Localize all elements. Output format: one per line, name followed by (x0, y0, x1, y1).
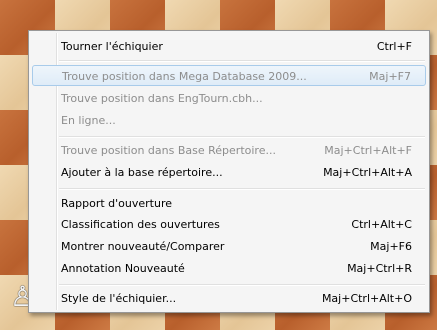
menu-item-label: En ligne... (61, 114, 116, 127)
menu-item-label: Style de l'échiquier... (61, 292, 177, 305)
menu-item-shortcut: Ctrl+Alt+C (351, 218, 412, 231)
menu-separator (59, 188, 425, 190)
menu-item-label: Trouve position dans Base Répertoire... (61, 144, 276, 157)
menu-item-show-novelty[interactable]: Montrer nouveauté/Comparer Maj+F6 (32, 236, 426, 257)
menu-item-board-style[interactable]: Style de l'échiquier... Maj+Ctrl+Alt+O (32, 288, 426, 309)
menu-item-opening-report[interactable]: Rapport d'ouverture (32, 193, 426, 214)
menu-item-label: Trouve position dans EngTourn.cbh... (61, 92, 263, 105)
menu-item-find-in-mega-database[interactable]: Trouve position dans Mega Database 2009.… (32, 65, 426, 86)
menu-item-shortcut: Maj+F6 (370, 240, 412, 253)
menu-item-label: Classification des ouvertures (61, 218, 220, 231)
menu-item-label: Rapport d'ouverture (61, 197, 173, 210)
menu-item-find-in-repertoire[interactable]: Trouve position dans Base Répertoire... … (32, 140, 426, 161)
menu-item-shortcut: Maj+Ctrl+Alt+F (324, 144, 412, 157)
menu-item-shortcut: Maj+F7 (369, 70, 411, 83)
menu-item-shortcut: Maj+Ctrl+R (347, 262, 412, 275)
menu-item-label: Montrer nouveauté/Comparer (61, 240, 225, 253)
menu-item-label: Tourner l'échiquier (61, 40, 163, 53)
menu-separator (59, 60, 425, 62)
menu-separator (59, 284, 425, 286)
menu-item-novelty-annotation[interactable]: Annotation Nouveauté Maj+Ctrl+R (32, 258, 426, 279)
menu-item-rotate-board[interactable]: Tourner l'échiquier Ctrl+F (32, 36, 426, 57)
menu-item-find-in-engtourn[interactable]: Trouve position dans EngTourn.cbh... (32, 88, 426, 109)
menu-item-online[interactable]: En ligne... (32, 110, 426, 131)
menu-item-opening-classification[interactable]: Classification des ouvertures Ctrl+Alt+C (32, 214, 426, 235)
context-menu: Tourner l'échiquier Ctrl+F Trouve positi… (28, 30, 430, 313)
menu-item-shortcut: Maj+Ctrl+Alt+O (321, 292, 412, 305)
menu-separator (59, 136, 425, 138)
menu-item-shortcut: Maj+Ctrl+Alt+A (323, 166, 412, 179)
menu-item-label: Trouve position dans Mega Database 2009.… (62, 70, 307, 83)
menu-item-add-to-repertoire[interactable]: Ajouter à la base répertoire... Maj+Ctrl… (32, 162, 426, 183)
menu-item-label: Ajouter à la base répertoire... (61, 166, 223, 179)
menu-item-shortcut: Ctrl+F (376, 40, 412, 53)
menu-item-label: Annotation Nouveauté (61, 262, 185, 275)
